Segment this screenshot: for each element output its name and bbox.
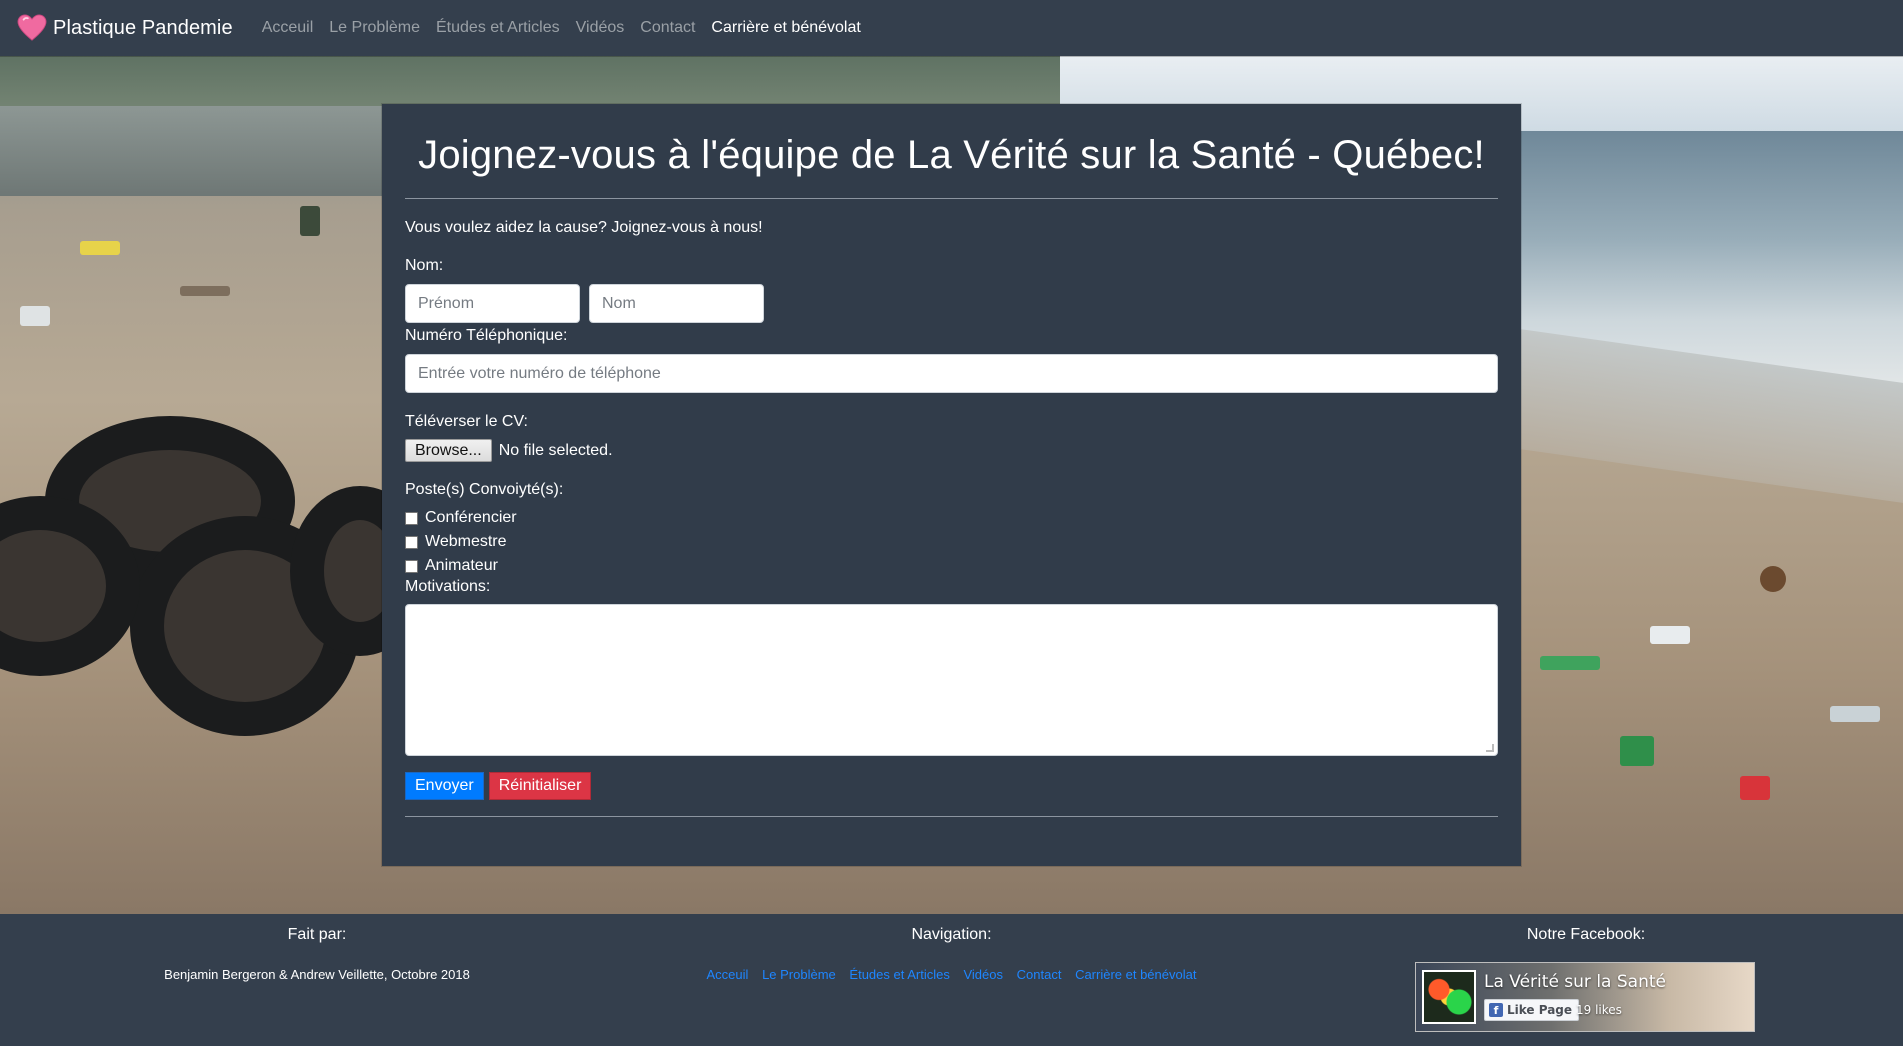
- background-debris: [1760, 566, 1786, 592]
- webmestre-checkbox[interactable]: [405, 535, 418, 549]
- facebook-like-button[interactable]: f Like Page: [1484, 999, 1580, 1021]
- first-name-input[interactable]: [405, 284, 580, 323]
- footer: Fait par: Benjamin Bergeron & Andrew Vei…: [0, 914, 1903, 1046]
- facebook-page-thumbnail[interactable]: [1422, 970, 1476, 1024]
- phone-input[interactable]: [405, 354, 1498, 393]
- facebook-like-label: Like Page: [1507, 1003, 1573, 1017]
- nav-link-contact[interactable]: Contact: [640, 19, 695, 37]
- phone-label: Numéro Téléphonique:: [405, 327, 568, 344]
- position-webmestre: Webmestre: [405, 530, 1498, 554]
- credits-heading: Fait par:: [287, 926, 347, 943]
- brand-name: Plastique Pandemie: [53, 16, 233, 39]
- cv-label: Téléverser le CV:: [405, 413, 528, 430]
- nav-heading: Navigation:: [911, 926, 992, 943]
- position-conferencier: Conférencier: [405, 506, 1498, 530]
- background-debris: [1830, 706, 1880, 722]
- background-debris: [1620, 736, 1654, 766]
- footer-facebook: Notre Facebook: La Vérité sur la Santé f…: [1269, 914, 1903, 1032]
- name-label: Nom:: [405, 257, 444, 274]
- last-name-input[interactable]: [589, 284, 764, 323]
- animateur-label: Animateur: [425, 557, 498, 574]
- background-debris: [1650, 626, 1690, 644]
- nav-link-acceuil[interactable]: Acceuil: [262, 19, 314, 37]
- name-row: [405, 284, 1498, 323]
- cv-file-picker: Browse... No file selected.: [405, 439, 1498, 462]
- motivations-label: Motivations:: [405, 578, 491, 595]
- file-status: No file selected.: [498, 441, 613, 459]
- footer-link-acceuil[interactable]: Acceuil: [707, 967, 749, 982]
- navbar: Plastique Pandemie Acceuil Le Problème É…: [0, 0, 1903, 56]
- footer-link-etudes[interactable]: Études et Articles: [849, 967, 949, 982]
- resize-grip-icon[interactable]: [1486, 744, 1494, 752]
- facebook-heading: Notre Facebook:: [1526, 926, 1646, 943]
- credits-text: Benjamin Bergeron & Andrew Veillette, Oc…: [164, 967, 470, 982]
- heart-icon: [17, 14, 47, 41]
- facebook-page-name[interactable]: La Vérité sur la Santé: [1484, 972, 1666, 992]
- facebook-page-widget[interactable]: La Vérité sur la Santé f Like Page 19 li…: [1415, 962, 1755, 1032]
- webmestre-label: Webmestre: [425, 533, 507, 550]
- background-debris: [80, 241, 120, 255]
- submit-button[interactable]: Envoyer: [405, 772, 484, 800]
- browse-button[interactable]: Browse...: [405, 439, 492, 462]
- footer-link-probleme[interactable]: Le Problème: [762, 967, 836, 982]
- join-form-card: Joignez-vous à l'équipe de La Vérité sur…: [382, 104, 1521, 866]
- background-debris: [1540, 656, 1600, 670]
- position-animateur: Animateur: [405, 554, 1498, 578]
- nav-link-etudes[interactable]: Études et Articles: [436, 19, 560, 37]
- nav-link-carriere[interactable]: Carrière et bénévolat: [711, 19, 860, 37]
- divider: [405, 198, 1498, 199]
- footer-link-contact[interactable]: Contact: [1017, 967, 1062, 982]
- nav-link-probleme[interactable]: Le Problème: [329, 19, 420, 37]
- background-debris: [180, 286, 230, 296]
- form-intro: Vous voulez aidez la cause? Joignez-vous…: [405, 219, 763, 236]
- background-debris: [300, 206, 320, 236]
- brand-link[interactable]: Plastique Pandemie: [17, 14, 233, 42]
- nav-links: Acceuil Le Problème Études et Articles V…: [262, 19, 877, 37]
- reset-button[interactable]: Réinitialiser: [488, 772, 592, 800]
- facebook-f-icon: f: [1489, 1003, 1503, 1017]
- background-debris: [20, 306, 50, 326]
- conferencier-checkbox[interactable]: [405, 511, 418, 525]
- motivations-textarea[interactable]: [405, 604, 1498, 756]
- nav-link-videos[interactable]: Vidéos: [576, 19, 625, 37]
- background-seawall: [0, 106, 420, 196]
- footer-credits: Fait par: Benjamin Bergeron & Andrew Vei…: [0, 914, 634, 982]
- positions-list: Conférencier Webmestre Animateur: [405, 506, 1498, 578]
- animateur-checkbox[interactable]: [405, 559, 418, 573]
- conferencier-label: Conférencier: [425, 509, 517, 526]
- footer-link-carriere[interactable]: Carrière et bénévolat: [1075, 967, 1196, 982]
- footer-link-videos[interactable]: Vidéos: [963, 967, 1003, 982]
- positions-label: Poste(s) Convoiyté(s):: [405, 481, 564, 498]
- facebook-like-count: 19 likes: [1576, 1003, 1622, 1017]
- footer-links: Acceuil Le Problème Études et Articles V…: [634, 967, 1269, 982]
- background-debris: [1740, 776, 1770, 800]
- divider: [405, 816, 1498, 817]
- page-title: Joignez-vous à l'équipe de La Vérité sur…: [418, 133, 1485, 177]
- form-actions: Envoyer Réinitialiser: [405, 772, 1498, 800]
- footer-navigation: Navigation: Acceuil Le Problème Études e…: [634, 914, 1269, 982]
